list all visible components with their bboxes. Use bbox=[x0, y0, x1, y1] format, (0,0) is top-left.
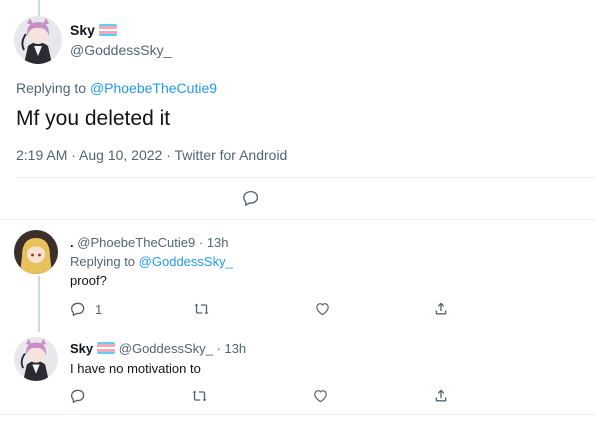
retweet-icon bbox=[192, 390, 207, 402]
avatar[interactable] bbox=[14, 16, 62, 64]
thread-line-top bbox=[38, 0, 40, 16]
trans-flag-icon bbox=[98, 24, 117, 36]
replying-to-link[interactable]: @PhoebeTheCutie9 bbox=[90, 80, 217, 96]
tweet-text: Mf you deleted it bbox=[16, 107, 171, 130]
handle[interactable]: @GoddessSky_ bbox=[119, 341, 213, 356]
like-icon bbox=[316, 303, 329, 316]
trans-flag-icon bbox=[97, 342, 116, 354]
replying-to: Replying to @GoddessSky_ bbox=[70, 254, 233, 269]
display-name[interactable]: Sky bbox=[70, 341, 93, 356]
divider bbox=[16, 177, 596, 178]
share-icon bbox=[435, 302, 447, 315]
reply-icon bbox=[71, 389, 85, 403]
display-name[interactable]: . bbox=[70, 235, 74, 250]
replying-to-link[interactable]: @GoddessSky_ bbox=[139, 254, 233, 269]
retweet-button[interactable] bbox=[191, 388, 208, 404]
divider bbox=[0, 219, 596, 220]
like-icon bbox=[314, 390, 327, 403]
reply-button[interactable] bbox=[70, 388, 86, 404]
reply-button[interactable]: 1 bbox=[70, 301, 102, 317]
retweet-button[interactable] bbox=[193, 301, 210, 317]
thread-line-reply bbox=[38, 276, 40, 332]
display-name[interactable]: Sky bbox=[70, 22, 117, 38]
like-button[interactable] bbox=[312, 388, 329, 404]
reply-icon bbox=[71, 302, 85, 316]
share-icon bbox=[435, 389, 447, 402]
replying-to: Replying to @PhoebeTheCutie9 bbox=[16, 80, 217, 96]
reply-header: Sky @GoddessSky_ · 13h bbox=[70, 341, 246, 356]
like-button[interactable] bbox=[314, 301, 331, 317]
replying-to-prefix: Replying to bbox=[70, 254, 136, 269]
handle[interactable]: @PhoebeTheCutie9 bbox=[77, 235, 195, 250]
avatar[interactable] bbox=[14, 230, 58, 274]
tweet-timestamp[interactable]: 2:19 AM · Aug 10, 2022 · Twitter for And… bbox=[16, 147, 287, 163]
retweet-icon bbox=[194, 303, 209, 315]
reply-time[interactable]: · 13h bbox=[199, 235, 229, 250]
reply-count: 1 bbox=[95, 301, 103, 317]
share-button[interactable] bbox=[433, 387, 449, 404]
reply-time[interactable]: · 13h bbox=[217, 341, 247, 356]
replying-to-prefix: Replying to bbox=[16, 80, 87, 96]
handle[interactable]: @GoddessSky_ bbox=[70, 42, 171, 58]
avatar[interactable] bbox=[14, 337, 58, 381]
share-button[interactable] bbox=[433, 300, 449, 317]
reply-header: . @PhoebeTheCutie9 · 13h bbox=[70, 235, 229, 250]
reply-button[interactable] bbox=[242, 189, 260, 207]
reply-text: proof? bbox=[70, 273, 107, 288]
reply-icon bbox=[243, 190, 259, 206]
divider bbox=[0, 414, 596, 415]
reply-text: I have no motivation to bbox=[70, 361, 201, 376]
